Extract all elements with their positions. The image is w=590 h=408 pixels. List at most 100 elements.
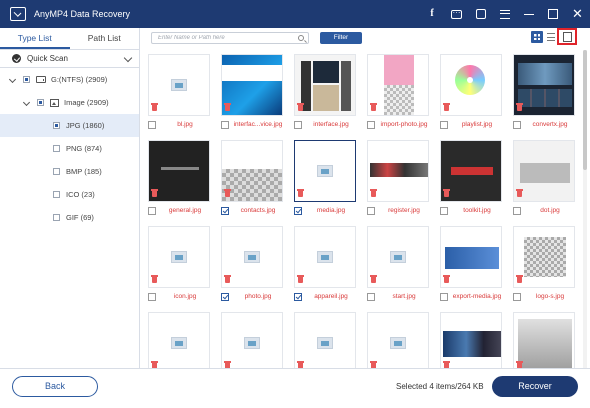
file-checkbox[interactable] (440, 121, 448, 129)
file-tile[interactable] (359, 308, 431, 368)
file-tile[interactable]: appareil.jpg (286, 222, 358, 306)
trash-icon (516, 361, 523, 368)
thumbnail[interactable] (221, 312, 283, 368)
maximize-button[interactable] (548, 9, 558, 19)
chat-icon[interactable] (451, 8, 462, 19)
file-tile[interactable]: interface.jpg (286, 50, 358, 134)
file-checkbox[interactable] (148, 293, 156, 301)
file-tile[interactable]: bl.jpg (140, 50, 212, 134)
file-name: convertx.jpg (532, 121, 568, 128)
facebook-icon[interactable]: f (427, 9, 437, 19)
trash-icon (297, 103, 304, 111)
thumbnail[interactable] (367, 312, 429, 368)
file-tile[interactable]: interfac...vice.jpg (213, 50, 285, 134)
file-tile[interactable]: photo.jpg (213, 222, 285, 306)
file-checkbox[interactable] (221, 207, 229, 215)
file-tile[interactable]: dot.jpg (505, 136, 577, 220)
thumbnail[interactable] (440, 312, 502, 368)
image-placeholder-icon (390, 337, 406, 349)
tab-path-list[interactable]: Path List (70, 28, 140, 49)
file-checkbox[interactable] (148, 207, 156, 215)
thumbnail[interactable] (148, 312, 210, 368)
recover-button[interactable]: Recover (492, 376, 578, 397)
quick-scan-row[interactable]: Quick Scan (0, 50, 139, 68)
file-tile[interactable]: export-media.jpg (432, 222, 504, 306)
expand-caret-icon[interactable] (8, 75, 17, 84)
tree-item-ico[interactable]: ICO (23) (0, 183, 139, 206)
scrollbar-thumb[interactable] (583, 50, 587, 170)
preview-view-icon[interactable] (557, 28, 577, 45)
expand-caret-icon[interactable] (22, 98, 31, 107)
file-checkbox[interactable] (367, 293, 375, 301)
file-tile[interactable]: import-photo.jpg (359, 50, 431, 134)
tree-item-gif[interactable]: GIF (69) (0, 206, 139, 229)
file-checkbox[interactable] (294, 293, 302, 301)
file-tile[interactable]: media.jpg (286, 136, 358, 220)
file-tile[interactable]: contacts.jpg (213, 136, 285, 220)
skin-icon[interactable] (476, 9, 486, 19)
png-label: PNG (874) (66, 144, 102, 153)
jpg-checkbox[interactable] (53, 122, 60, 129)
file-tile[interactable] (140, 308, 212, 368)
png-checkbox[interactable] (53, 145, 60, 152)
file-checkbox[interactable] (294, 121, 302, 129)
file-checkbox[interactable] (221, 121, 229, 129)
bmp-checkbox[interactable] (53, 168, 60, 175)
tree-item-jpg[interactable]: JPG (1860) (0, 114, 139, 137)
menu-icon[interactable] (500, 9, 510, 19)
file-tile[interactable]: general.jpg (140, 136, 212, 220)
list-view-icon[interactable] (547, 33, 555, 41)
tree-item-png[interactable]: PNG (874) (0, 137, 139, 160)
trash-icon (297, 361, 304, 368)
title-bar-controls: f ✕ (427, 0, 583, 28)
file-name: import-photo.jpg (380, 121, 428, 128)
file-tile[interactable]: register.jpg (359, 136, 431, 220)
image-checkbox[interactable] (37, 99, 44, 106)
file-checkbox[interactable] (440, 293, 448, 301)
chevron-down-icon[interactable] (123, 53, 133, 63)
tree-item-bmp[interactable]: BMP (185) (0, 160, 139, 183)
file-checkbox[interactable] (513, 121, 521, 129)
file-tile[interactable]: logo-s.jpg (505, 222, 577, 306)
back-button[interactable]: Back (12, 376, 98, 397)
image-label: Image (2909) (64, 98, 109, 107)
file-tile[interactable] (432, 308, 504, 368)
image-folder-icon (50, 98, 59, 107)
file-checkbox[interactable] (367, 121, 375, 129)
file-checkbox[interactable] (367, 207, 375, 215)
trash-icon (443, 103, 450, 111)
file-tile[interactable]: toolkit.jpg (432, 136, 504, 220)
minimize-button[interactable] (524, 9, 534, 19)
file-checkbox[interactable] (294, 207, 302, 215)
file-tile[interactable]: icon.jpg (140, 222, 212, 306)
file-checkbox[interactable] (221, 293, 229, 301)
file-tile[interactable]: convertx.jpg (505, 50, 577, 134)
close-button[interactable]: ✕ (572, 7, 583, 20)
ico-checkbox[interactable] (53, 191, 60, 198)
filter-button[interactable]: Filter (320, 32, 362, 44)
file-tile[interactable] (213, 308, 285, 368)
drive-checkbox[interactable] (23, 76, 30, 83)
trash-icon (370, 189, 377, 197)
grid-view-icon[interactable] (531, 31, 543, 43)
file-tile[interactable] (505, 308, 577, 368)
gif-checkbox[interactable] (53, 214, 60, 221)
file-tile[interactable]: start.jpg (359, 222, 431, 306)
title-bar: AnyMP4 Data Recovery f ✕ (0, 0, 590, 28)
file-checkbox[interactable] (148, 121, 156, 129)
file-checkbox[interactable] (513, 207, 521, 215)
tree-item-image[interactable]: Image (2909) (0, 91, 139, 114)
tree-item-drive[interactable]: G:(NTFS) (2909) (0, 68, 139, 91)
footer-bar: Back Selected 4 items/264 KB Recover (0, 368, 590, 408)
trash-icon (224, 103, 231, 111)
file-checkbox[interactable] (440, 207, 448, 215)
search-input[interactable] (151, 32, 309, 44)
file-tile[interactable] (286, 308, 358, 368)
file-checkbox[interactable] (513, 293, 521, 301)
tab-type-list[interactable]: Type List (0, 28, 70, 49)
vertical-scrollbar[interactable] (583, 50, 587, 368)
thumbnail[interactable] (513, 312, 575, 368)
file-tile[interactable]: playlist.jpg (432, 50, 504, 134)
search-icon[interactable] (298, 35, 304, 41)
thumbnail[interactable] (294, 312, 356, 368)
